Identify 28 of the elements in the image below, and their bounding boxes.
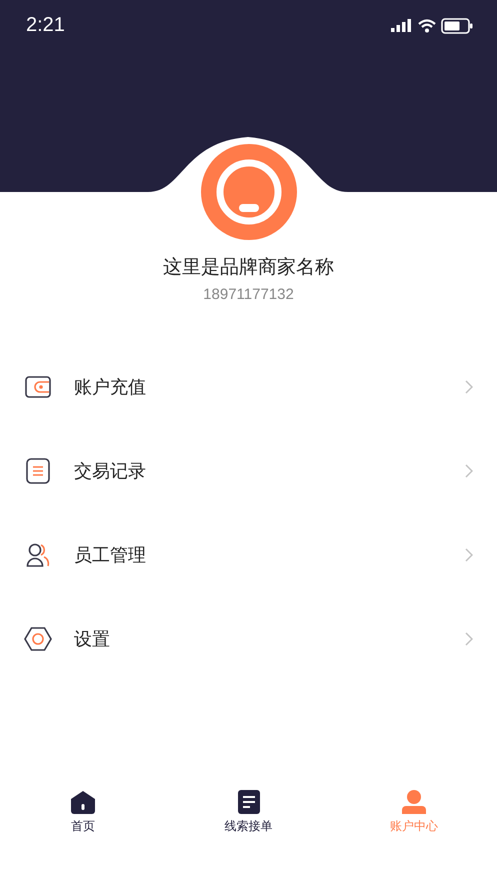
chevron-icon: [465, 380, 473, 394]
menu-item[interactable]: 员工管理: [0, 513, 497, 597]
wallet-icon: [24, 376, 52, 398]
tab[interactable]: 线索接单: [166, 790, 332, 835]
tab[interactable]: 首页: [0, 790, 166, 835]
menu-item[interactable]: 设置: [0, 597, 497, 681]
user-icon: [402, 790, 426, 814]
menu-label: 交易记录: [74, 460, 147, 483]
menu-item[interactable]: 账户充值: [0, 345, 497, 429]
chevron-icon: [465, 548, 473, 562]
menu-label: 账户充值: [74, 376, 147, 399]
avatar-icon: [200, 144, 296, 240]
home-icon: [70, 790, 95, 814]
menu-label: 员工管理: [74, 544, 147, 567]
merchant-name: 这里是品牌商家名称: [163, 255, 334, 280]
wifi-icon: [418, 18, 436, 32]
signal-icon: [391, 19, 413, 32]
menu-label: 设置: [74, 628, 111, 651]
menu-item[interactable]: 交易记录: [0, 429, 497, 513]
battery-icon: [441, 18, 473, 34]
settings-icon: [24, 627, 52, 651]
chevron-icon: [465, 632, 473, 646]
people-icon: [24, 542, 52, 568]
status-time: 2:21: [26, 14, 65, 37]
chevron-icon: [465, 464, 473, 478]
list-icon: [24, 458, 52, 484]
phone-number: 18971177132: [203, 286, 294, 303]
document-icon: [238, 790, 260, 814]
